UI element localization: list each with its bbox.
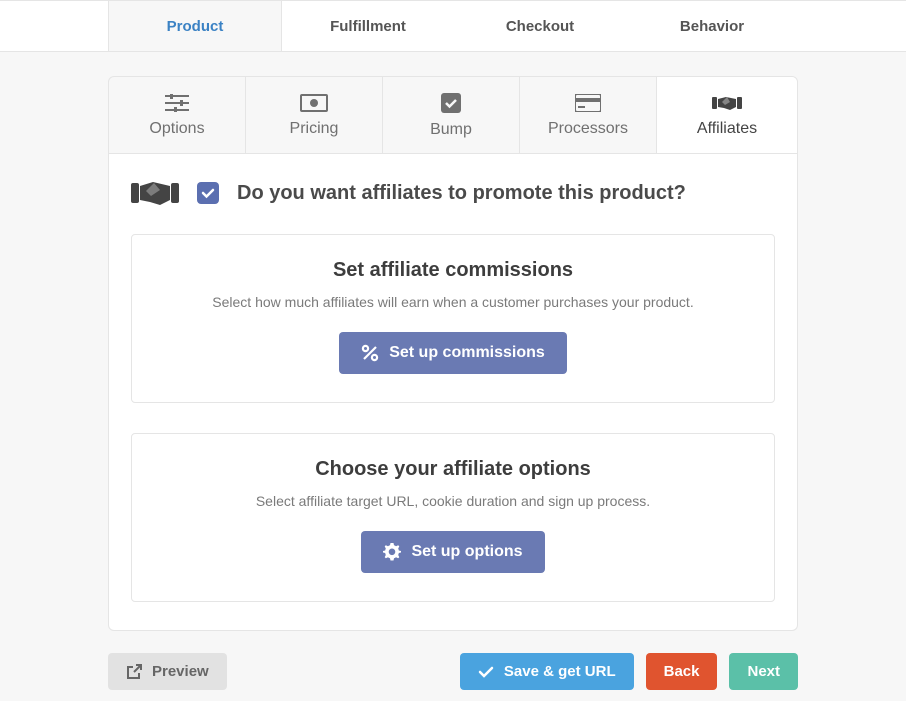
main-tabs: Product Fulfillment Checkout Behavior [0, 0, 906, 52]
gear-icon [383, 543, 401, 561]
next-label: Next [747, 663, 780, 680]
footer-actions: Preview Save & get URL Back Next [108, 653, 798, 690]
check-icon [201, 186, 215, 200]
subtab-options-label: Options [149, 120, 204, 138]
sliders-icon [165, 94, 189, 112]
tab-product[interactable]: Product [108, 1, 282, 51]
preview-label: Preview [152, 663, 209, 680]
credit-card-icon [575, 94, 601, 112]
subtab-options[interactable]: Options [109, 77, 246, 153]
tab-checkout[interactable]: Checkout [454, 1, 626, 51]
handshake-icon [131, 178, 179, 208]
commissions-desc: Select how much affiliates will earn whe… [152, 294, 754, 310]
options-title: Choose your affiliate options [152, 458, 754, 481]
back-label: Back [664, 663, 700, 680]
subtab-processors-label: Processors [548, 120, 628, 138]
affiliates-question-text: Do you want affiliates to promote this p… [237, 182, 686, 205]
external-link-icon [126, 664, 142, 680]
subtab-processors[interactable]: Processors [520, 77, 657, 153]
subtab-bump-label: Bump [430, 121, 472, 139]
tab-product-label: Product [167, 18, 224, 35]
tab-fulfillment[interactable]: Fulfillment [282, 1, 454, 51]
next-button[interactable]: Next [729, 653, 798, 690]
options-desc: Select affiliate target URL, cookie dura… [152, 493, 754, 509]
back-button[interactable]: Back [646, 653, 718, 690]
options-card: Choose your affiliate options Select aff… [131, 433, 775, 602]
money-icon [300, 94, 328, 112]
subtab-affiliates[interactable]: Affiliates [657, 77, 797, 153]
tab-checkout-label: Checkout [506, 18, 574, 35]
tab-fulfillment-label: Fulfillment [330, 18, 406, 35]
product-subtabs: Options Pricing Bump [108, 76, 798, 154]
percent-icon [361, 344, 379, 362]
check-square-icon [441, 93, 461, 113]
tab-behavior-label: Behavior [680, 18, 744, 35]
save-label: Save & get URL [504, 663, 616, 680]
affiliates-panel: Do you want affiliates to promote this p… [108, 154, 798, 631]
subtab-pricing-label: Pricing [290, 120, 339, 138]
subtab-pricing[interactable]: Pricing [246, 77, 383, 153]
setup-commissions-label: Set up commissions [389, 344, 545, 362]
affiliates-question-row: Do you want affiliates to promote this p… [131, 178, 775, 208]
commissions-title: Set affiliate commissions [152, 259, 754, 282]
preview-button[interactable]: Preview [108, 653, 227, 690]
setup-commissions-button[interactable]: Set up commissions [339, 332, 567, 374]
affiliates-checkbox[interactable] [197, 182, 219, 204]
setup-options-label: Set up options [411, 543, 522, 561]
check-icon [478, 664, 494, 680]
handshake-icon [712, 94, 742, 112]
subtab-affiliates-label: Affiliates [697, 120, 757, 138]
save-button[interactable]: Save & get URL [460, 653, 634, 690]
commissions-card: Set affiliate commissions Select how muc… [131, 234, 775, 403]
tab-behavior[interactable]: Behavior [626, 1, 798, 51]
subtab-bump[interactable]: Bump [383, 77, 520, 153]
setup-options-button[interactable]: Set up options [361, 531, 544, 573]
